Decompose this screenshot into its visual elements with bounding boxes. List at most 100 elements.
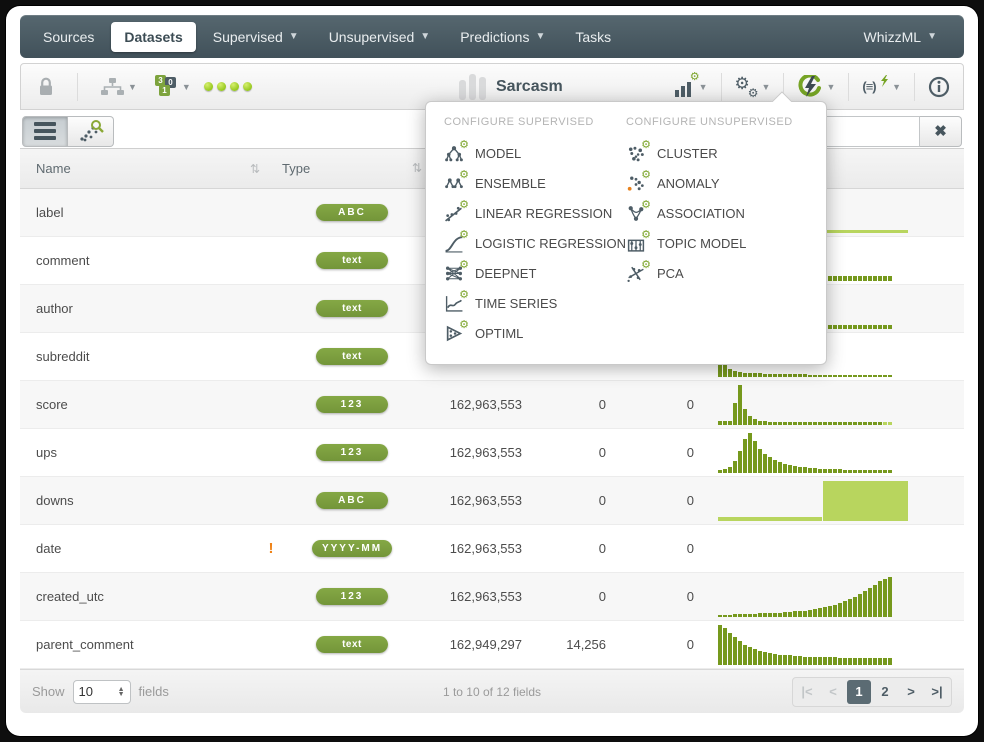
prev-page-button: < [821, 680, 845, 704]
whizzml-script-button[interactable]: (≡) ▼ [857, 74, 906, 100]
errors-value: 0 [606, 541, 694, 556]
chart-gear-icon: ⚙ [674, 77, 696, 97]
nav-item-label: Datasets [124, 29, 182, 45]
histogram[interactable] [718, 433, 908, 473]
close-icon: ✖ [934, 122, 947, 140]
clear-search-button[interactable]: ✖ [920, 116, 962, 147]
execute-icon [797, 75, 823, 99]
nav-item-predictions[interactable]: Predictions ▼ [447, 22, 558, 52]
histogram[interactable] [718, 529, 908, 569]
lock-icon[interactable] [31, 72, 61, 102]
menu-item-pca[interactable]: ⚙PCA [626, 258, 808, 288]
chevron-down-icon: ▼ [927, 31, 937, 42]
menu-item-cluster[interactable]: ⚙ CLUSTER [626, 138, 808, 168]
menu-item-optiml[interactable]: ⚙ OPTIML [444, 318, 626, 348]
last-page-button[interactable]: >| [925, 680, 949, 704]
type-badge: 123 [316, 444, 388, 461]
menu-item-topic-model[interactable]: ⚙TOPIC MODEL [626, 228, 808, 258]
menu-item-anomaly[interactable]: ⚙ANOMALY [626, 168, 808, 198]
chevron-down-icon: ▼ [826, 82, 835, 92]
model-icon: ⚙ [444, 143, 466, 163]
type-badge: text [316, 348, 388, 365]
missing-value: 0 [522, 445, 606, 460]
pagination: |<<12>>| [792, 677, 952, 707]
nav-item-label: WhizzML [864, 29, 922, 45]
fields-count-button[interactable]: 3 0 1 ▼ [150, 71, 196, 103]
toolbar-divider [721, 73, 722, 101]
menu-item-label: LOGISTIC REGRESSION [475, 236, 626, 251]
histogram[interactable] [718, 577, 908, 617]
info-button[interactable] [923, 72, 955, 102]
missing-value: 0 [522, 589, 606, 604]
table-footer: 1 to 10 of 12 fields Show 10 ▲▼ fields |… [20, 669, 964, 713]
search-input[interactable] [818, 116, 920, 147]
chevron-down-icon: ▼ [182, 82, 191, 92]
menu-item-label: MODEL [475, 146, 521, 161]
list-view-button[interactable] [22, 116, 68, 147]
menu-item-logistic-regression[interactable]: ⚙ LOGISTIC REGRESSION [444, 228, 626, 258]
logistic-regression-icon: ⚙ [444, 233, 466, 253]
type-badge: 123 [316, 588, 388, 605]
menu-item-model[interactable]: ⚙ MODEL [444, 138, 626, 168]
errors-value: 0 [606, 637, 694, 652]
nav-item-whizzml[interactable]: WhizzML ▼ [851, 22, 950, 52]
menu-item-label: OPTIML [475, 326, 523, 341]
cluster-icon: ⚙ [626, 143, 648, 163]
menu-column-unsupervised: CONFIGURE UNSUPERVISED⚙CLUSTER⚙ANOMALY⚙A… [626, 116, 808, 348]
table-row: ups123162,963,55300 [20, 429, 964, 477]
warning-icon: ! [260, 540, 282, 557]
chevron-down-icon: ▼ [699, 82, 708, 92]
column-header-label: Name [36, 161, 71, 176]
menu-item-label: CLUSTER [657, 146, 718, 161]
menu-item-time-series[interactable]: ⚙TIME SERIES [444, 288, 626, 318]
page-button-2[interactable]: 2 [873, 680, 897, 704]
nav-item-datasets[interactable]: Datasets [111, 22, 195, 52]
optiml-icon: ⚙ [444, 323, 466, 343]
nav-item-tasks[interactable]: Tasks [562, 22, 624, 52]
menu-item-label: ASSOCIATION [657, 206, 745, 221]
time-series-icon: ⚙ [444, 293, 466, 313]
execute-button[interactable]: ▼ [792, 71, 840, 103]
chevron-down-icon: ▼ [892, 82, 901, 92]
visualize-button[interactable]: ⚙ ▼ [669, 73, 713, 101]
menu-item-linear-regression[interactable]: ⚙LINEAR REGRESSION [444, 198, 626, 228]
nav-item-label: Predictions [460, 29, 529, 45]
column-header-name[interactable]: Name ⇅ [20, 161, 260, 176]
field-name: parent_comment [20, 637, 260, 652]
ensemble-icon: ⚙ [444, 173, 466, 193]
field-name: created_utc [20, 589, 260, 604]
field-type-cell: ABC [282, 492, 422, 509]
count-value: 162,963,553 [422, 445, 522, 460]
type-badge: ABC [316, 204, 388, 221]
toolbar-divider [848, 73, 849, 101]
sort-icon[interactable]: ⇅ [250, 162, 260, 176]
dynamic-scatter-view-button[interactable] [68, 116, 114, 147]
nav-item-label: Tasks [575, 29, 611, 45]
field-type-cell: YYYY-MM [282, 540, 422, 557]
menu-item-association[interactable]: ⚙ ASSOCIATION [626, 198, 808, 228]
type-badge: YYYY-MM [312, 540, 392, 557]
dataset-hierarchy-button[interactable]: ▼ [94, 72, 142, 102]
page-button-1[interactable]: 1 [847, 680, 871, 704]
chevron-down-icon: ▼ [128, 82, 137, 92]
sort-icon[interactable]: ⇅ [412, 161, 422, 176]
chevron-down-icon: ▼ [762, 82, 771, 92]
chevron-down-icon: ▼ [535, 31, 545, 42]
configure-button[interactable]: ⚙ ⚙ ▼ [730, 72, 776, 102]
nav-item-unsupervised[interactable]: Unsupervised▼ [316, 22, 444, 52]
association-icon: ⚙ [626, 203, 648, 223]
table-row: date!YYYY-MM162,963,55300 [20, 525, 964, 573]
status-dots-icon [204, 82, 252, 91]
fields-count-icon: 3 0 1 [155, 75, 179, 99]
histogram[interactable] [718, 625, 908, 665]
next-page-button[interactable]: > [899, 680, 923, 704]
nav-item-supervised[interactable]: Supervised▼ [200, 22, 312, 52]
menu-item-deepnet[interactable]: ⚙DEEPNET [444, 258, 626, 288]
type-badge: text [316, 300, 388, 317]
deepnet-icon: ⚙ [444, 263, 466, 283]
histogram[interactable] [718, 481, 908, 521]
nav-item-sources[interactable]: Sources [30, 22, 107, 52]
histogram[interactable] [718, 385, 908, 425]
menu-item-ensemble[interactable]: ⚙ENSEMBLE [444, 168, 626, 198]
column-header-type[interactable]: Type ⇅ [282, 161, 422, 176]
